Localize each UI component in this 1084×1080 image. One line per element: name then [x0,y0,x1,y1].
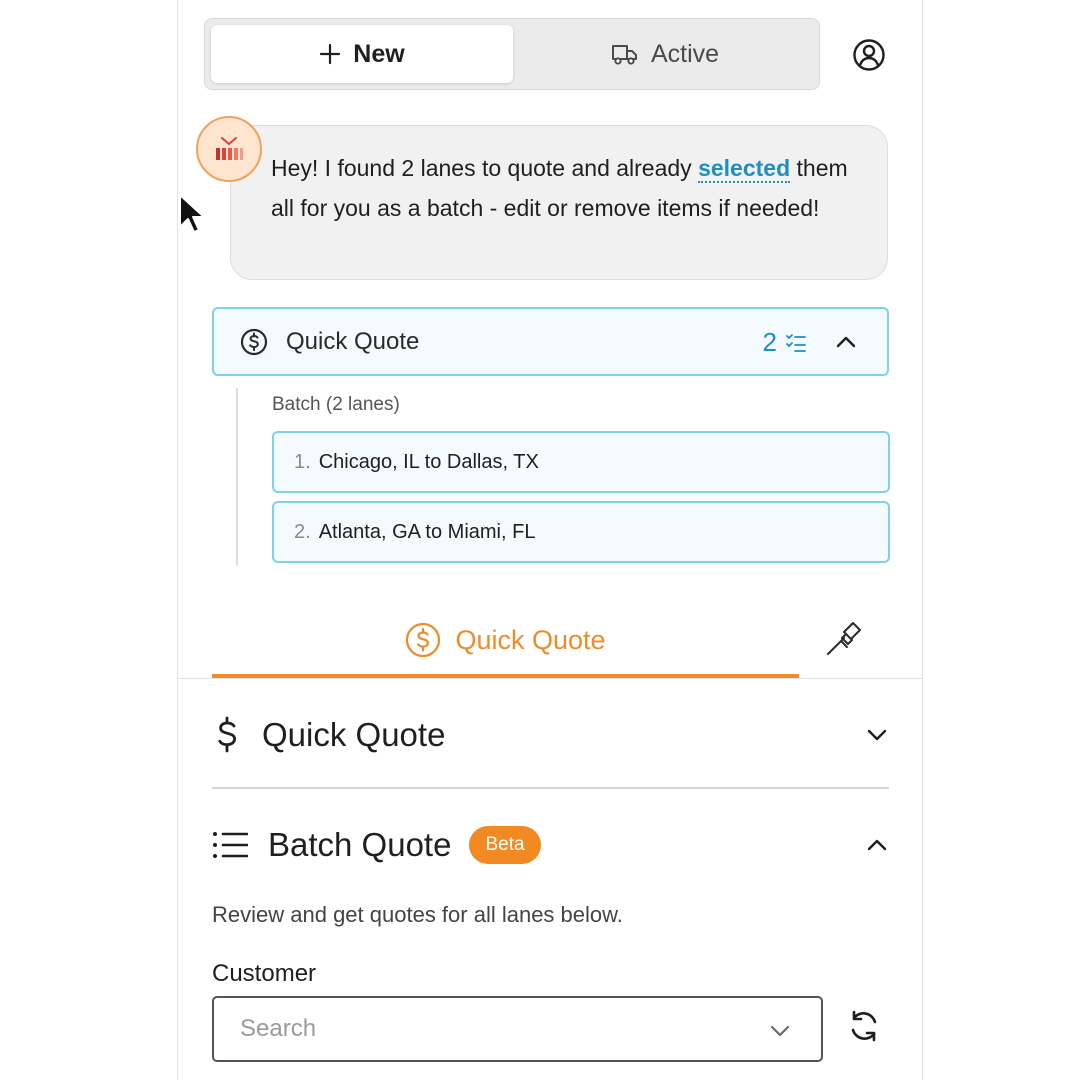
truck-icon [611,45,637,65]
lane-item[interactable]: 1. Chicago, IL to Dallas, TX [272,431,890,493]
quick-quote-section-title: Quick Quote [262,716,446,753]
lane-route: Chicago, IL to Dallas, TX [318,450,539,473]
section-divider [212,787,889,789]
batch-quote-section-header[interactable]: Batch Quote Beta [212,818,889,872]
lane-count: 2 [763,327,807,358]
beta-badge: Beta [469,826,541,864]
refresh-icon[interactable] [846,1008,882,1044]
plus-icon [320,43,341,65]
new-button[interactable]: New [211,25,513,83]
selected-link[interactable]: selected [698,155,791,183]
quick-quote-card-label: Quick Quote [286,327,420,355]
batch-label: Batch (2 lanes) [272,394,400,415]
active-button[interactable]: Active [515,25,815,83]
checklist-icon [786,333,806,352]
mouse-cursor-icon [179,194,204,233]
dollar-circle-icon [240,328,268,355]
lane-item[interactable]: 2. Atlanta, GA to Miami, FL [272,501,890,563]
tab-quick-quote-label: Quick Quote [455,624,606,655]
hammer-icon[interactable] [824,618,864,658]
search-placeholder: Search [240,1015,317,1042]
side-panel: New Active Hey! I found 2 lanes to quote… [177,0,923,1080]
lane-number: 1. [294,450,311,473]
tab-divider [178,678,922,679]
dollar-circle-icon [406,622,441,658]
tab-quick-quote[interactable]: Quick Quote [212,604,799,676]
lane-count-value: 2 [762,327,777,357]
user-account-icon[interactable] [852,38,886,72]
assistant-avatar [196,116,262,182]
quick-quote-card[interactable]: Quick Quote 2 [212,307,889,376]
customer-search-select[interactable]: Search [212,996,823,1062]
chevron-down-icon [770,1025,790,1037]
batch-quote-section-title: Batch Quote [268,826,452,863]
chevron-up-icon[interactable] [835,331,857,353]
quick-quote-section-header[interactable]: Quick Quote [212,708,889,762]
new-label: New [353,39,405,68]
list-icon [213,832,248,858]
batch-quote-description: Review and get quotes for all lanes belo… [212,902,623,927]
message-text-before: Hey! I found 2 lanes to quote and alread… [271,155,699,181]
assistant-logo-icon [216,137,243,160]
active-label: Active [650,39,720,68]
customer-label: Customer [212,960,317,987]
chevron-down-icon[interactable] [865,723,889,747]
mode-toggle: New Active [204,18,820,90]
dollar-icon [218,716,237,753]
batch-tree-line [236,388,238,566]
assistant-message: Hey! I found 2 lanes to quote and alread… [230,125,888,280]
lane-number: 2. [294,520,311,543]
chevron-up-icon[interactable] [865,833,889,857]
lane-route: Atlanta, GA to Miami, FL [318,520,536,543]
